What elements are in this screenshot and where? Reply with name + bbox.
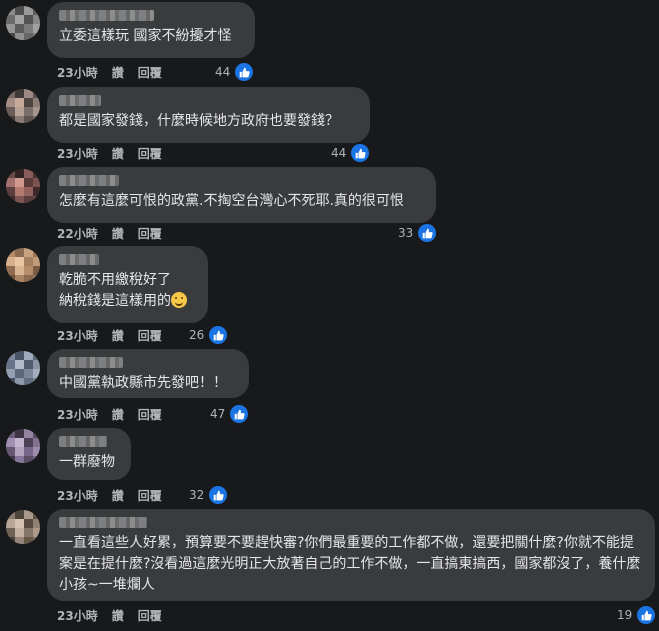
- comment-bubble: 立委這樣玩 國家不紛擾才怪: [47, 2, 255, 58]
- reply-button[interactable]: 回覆: [138, 225, 162, 242]
- like-button[interactable]: 讚: [112, 327, 124, 344]
- reaction-count: 44: [215, 65, 231, 79]
- comment-bubble: 都是國家發錢，什麼時候地方政府也要發錢？: [47, 87, 370, 143]
- reaction-summary[interactable]: 47: [210, 403, 251, 425]
- comment-text: 怎麼有這麼可恨的政黨.不掏空台灣心不死耶.真的很可恨: [59, 193, 404, 209]
- author-name[interactable]: [59, 517, 147, 528]
- comment-time[interactable]: 23小時: [57, 145, 98, 162]
- reply-button[interactable]: 回覆: [138, 64, 162, 81]
- comment-actions: 23小時 讚 回覆: [57, 327, 162, 344]
- comment-text: 都是國家發錢，什麼時候地方政府也要發錢？: [59, 113, 339, 129]
- comment-actions: 23小時 讚 回覆: [57, 64, 162, 81]
- comment-bubble: 一直看這些人好累，預算要不要趕快審?你們最重要的工作都不做，還要把關什麼?你就不…: [47, 509, 655, 601]
- thumbs-up-icon: [416, 222, 439, 244]
- thumbs-up-icon: [228, 403, 251, 425]
- reaction-count: 47: [210, 407, 226, 421]
- comment-time[interactable]: 23小時: [57, 327, 98, 344]
- like-button[interactable]: 讚: [112, 607, 124, 624]
- comment-actions: 23小時 讚 回覆: [57, 607, 162, 624]
- reaction-summary[interactable]: 32: [189, 484, 230, 506]
- avatar[interactable]: [6, 248, 40, 282]
- reaction-count: 32: [189, 488, 205, 502]
- reply-button[interactable]: 回覆: [138, 406, 162, 423]
- comment-actions: 23小時 讚 回覆: [57, 487, 162, 504]
- like-button[interactable]: 讚: [112, 406, 124, 423]
- thumbs-up-icon: [349, 142, 372, 164]
- comment-bubble: 怎麼有這麼可恨的政黨.不掏空台灣心不死耶.真的很可恨: [47, 167, 436, 223]
- reaction-count: 19: [617, 608, 633, 622]
- thumbs-up-icon: [635, 604, 658, 626]
- reaction-summary[interactable]: 44: [331, 142, 372, 164]
- reply-button[interactable]: 回覆: [138, 327, 162, 344]
- comment-text-line-2: 納稅錢是這樣用的: [59, 291, 196, 312]
- avatar[interactable]: [6, 6, 40, 40]
- comment-text: 立委這樣玩 國家不紛擾才怪: [59, 28, 232, 44]
- reply-button[interactable]: 回覆: [138, 607, 162, 624]
- comment-actions: 23小時 讚 回覆: [57, 406, 162, 423]
- author-name[interactable]: [59, 254, 99, 265]
- author-name[interactable]: [59, 95, 101, 106]
- author-name[interactable]: [59, 436, 107, 447]
- avatar[interactable]: [6, 351, 40, 385]
- reaction-count: 44: [331, 146, 347, 160]
- comment-time[interactable]: 22小時: [57, 225, 98, 242]
- comment-bubble: 一群廢物: [47, 428, 131, 480]
- reaction-summary[interactable]: 44: [215, 61, 256, 83]
- comment-time[interactable]: 23小時: [57, 64, 98, 81]
- comment-actions: 23小時 讚 回覆: [57, 145, 162, 162]
- comment-bubble: 中國黨執政縣市先發吧！！: [47, 349, 249, 398]
- comment-bubble: 乾脆不用繳稅好了 納稅錢是這樣用的: [47, 246, 208, 323]
- comment-text: 中國黨執政縣市先發吧！！: [59, 375, 227, 391]
- author-name[interactable]: [59, 357, 123, 368]
- thumbs-up-icon: [207, 484, 230, 506]
- comment-time[interactable]: 23小時: [57, 406, 98, 423]
- reaction-summary[interactable]: 33: [398, 222, 439, 244]
- like-button[interactable]: 讚: [112, 225, 124, 242]
- comment-text: 乾脆不用繳稅好了: [59, 272, 171, 288]
- comment-time[interactable]: 23小時: [57, 607, 98, 624]
- reply-button[interactable]: 回覆: [138, 145, 162, 162]
- avatar[interactable]: [6, 429, 40, 463]
- like-button[interactable]: 讚: [112, 64, 124, 81]
- reply-button[interactable]: 回覆: [138, 487, 162, 504]
- comment-time[interactable]: 23小時: [57, 487, 98, 504]
- comment-text: 一群廢物: [59, 454, 115, 470]
- like-button[interactable]: 讚: [112, 145, 124, 162]
- comment-actions: 22小時 讚 回覆: [57, 225, 162, 242]
- author-name[interactable]: [59, 10, 154, 21]
- avatar[interactable]: [6, 169, 40, 203]
- reaction-count: 26: [189, 328, 205, 342]
- reaction-summary[interactable]: 26: [189, 324, 230, 346]
- reaction-count: 33: [398, 226, 414, 240]
- author-name[interactable]: [59, 175, 119, 186]
- avatar[interactable]: [6, 510, 40, 544]
- reaction-summary[interactable]: 19: [617, 604, 658, 626]
- thumbs-up-icon: [207, 324, 230, 346]
- grinning-sweat-emoji-icon: [171, 292, 187, 308]
- avatar[interactable]: [6, 89, 40, 123]
- comment-text: 一直看這些人好累，預算要不要趕快審?你們最重要的工作都不做，還要把關什麼?你就不…: [59, 535, 641, 593]
- thumbs-up-icon: [233, 61, 256, 83]
- like-button[interactable]: 讚: [112, 487, 124, 504]
